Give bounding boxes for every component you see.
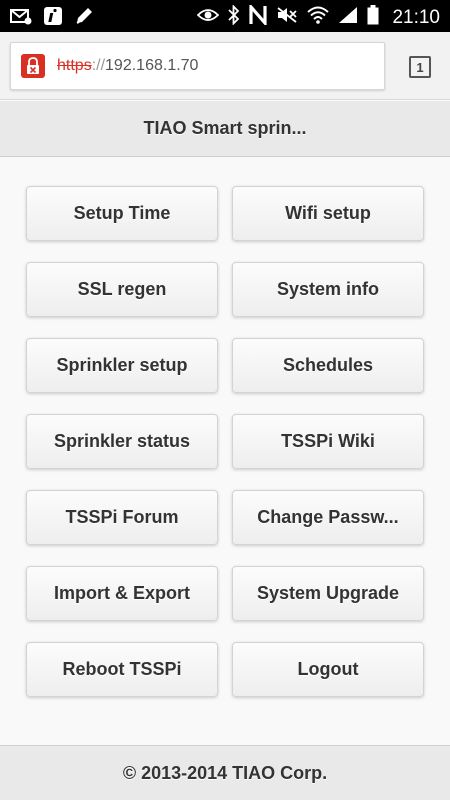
bluetooth-icon: [228, 4, 240, 30]
import-export-button[interactable]: Import & Export: [26, 566, 218, 621]
system-upgrade-button[interactable]: System Upgrade: [232, 566, 424, 621]
schedules-button[interactable]: Schedules: [232, 338, 424, 393]
sprinkler-setup-button[interactable]: Sprinkler setup: [26, 338, 218, 393]
mute-icon: [276, 6, 298, 29]
page-header: TIAO Smart sprin...: [0, 101, 450, 157]
menu-grid: Setup Time Wifi setup SSL regen System i…: [26, 186, 424, 697]
sprinkler-status-button[interactable]: Sprinkler status: [26, 414, 218, 469]
eye-icon: [197, 8, 220, 27]
page-title: TIAO Smart sprin...: [143, 118, 307, 138]
url-scheme: https: [57, 57, 92, 74]
battery-icon: [367, 5, 379, 30]
url-host: 192.168.1.70: [105, 57, 199, 74]
setup-time-button[interactable]: Setup Time: [26, 186, 218, 241]
tsspi-wiki-button[interactable]: TSSPi Wiki: [232, 414, 424, 469]
pencil-icon: [74, 6, 94, 31]
tab-switcher-button[interactable]: 1: [409, 56, 431, 78]
email-icon: [10, 7, 32, 30]
system-info-button[interactable]: System info: [232, 262, 424, 317]
broken-lock-icon[interactable]: [21, 54, 45, 78]
reboot-tsspi-button[interactable]: Reboot TSSPi: [26, 642, 218, 697]
wifi-setup-button[interactable]: Wifi setup: [232, 186, 424, 241]
url-separator: ://: [91, 57, 106, 74]
browser-toolbar: https://192.168.1.70 1: [0, 32, 450, 100]
tsspi-forum-button[interactable]: TSSPi Forum: [26, 490, 218, 545]
logout-button[interactable]: Logout: [232, 642, 424, 697]
info-icon: [44, 7, 62, 30]
page-footer: © 2013-2014 TIAO Corp.: [0, 745, 450, 800]
change-password-button[interactable]: Change Passw...: [232, 490, 424, 545]
url-text[interactable]: https://192.168.1.70: [57, 57, 198, 75]
status-bar: 21:10: [0, 0, 450, 32]
ssl-regen-button[interactable]: SSL regen: [26, 262, 218, 317]
nfc-icon: [249, 2, 268, 30]
clock: 21:10: [392, 6, 440, 28]
address-bar[interactable]: https://192.168.1.70: [10, 42, 385, 90]
signal-icon: [338, 6, 358, 29]
wifi-icon: [307, 6, 330, 29]
copyright-text: © 2013-2014 TIAO Corp.: [122, 762, 328, 783]
